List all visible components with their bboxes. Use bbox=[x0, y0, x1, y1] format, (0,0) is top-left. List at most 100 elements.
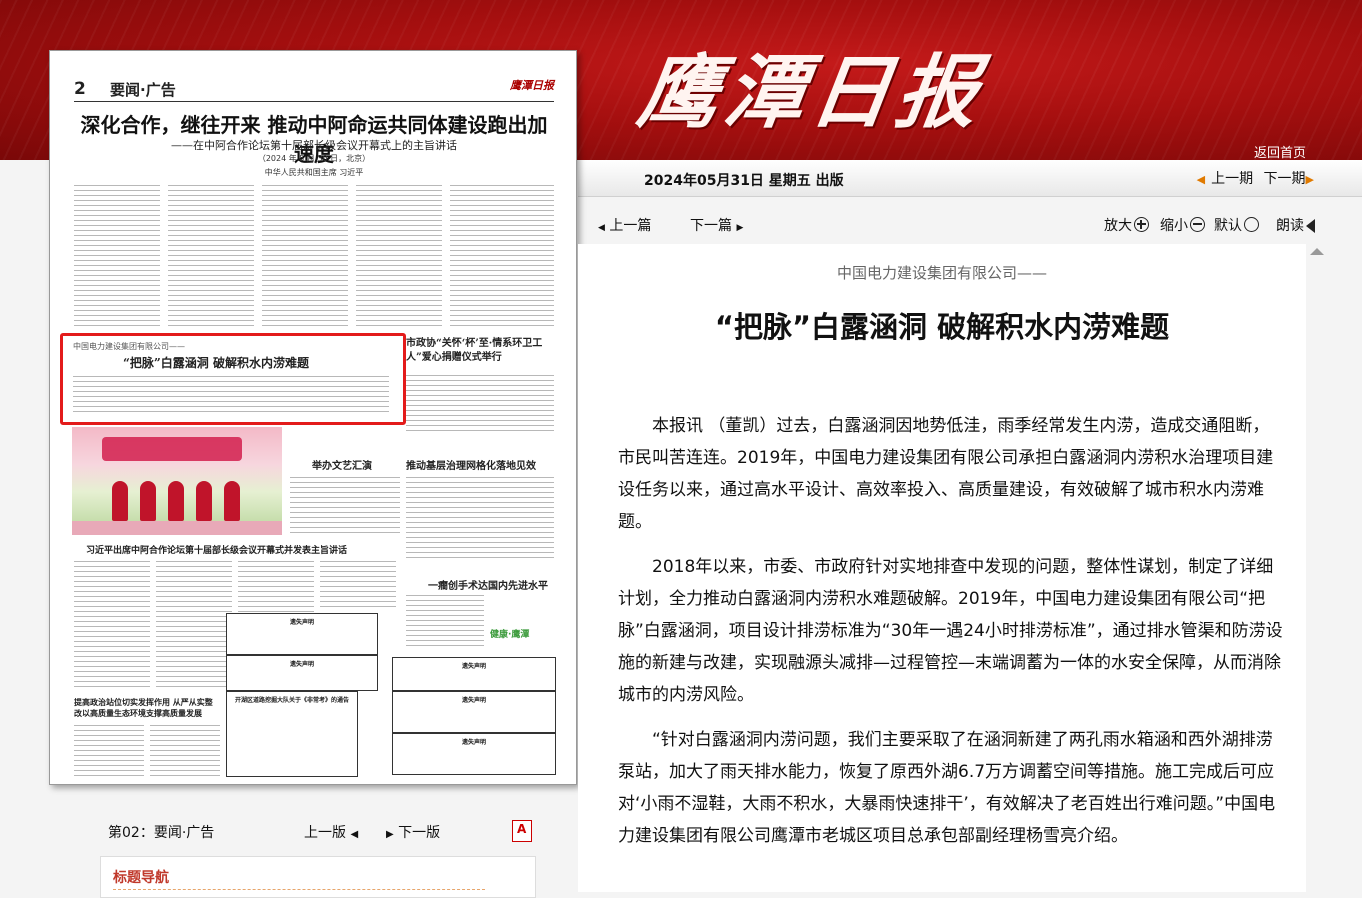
health-brand: 健康·鹰潭 bbox=[490, 630, 530, 640]
notice-title: 遗失声明 bbox=[461, 739, 486, 746]
article-kicker: 中国电力建设集团有限公司—— bbox=[836, 264, 1047, 282]
event-photo[interactable] bbox=[72, 427, 282, 535]
photo-figure bbox=[112, 481, 128, 521]
text-column bbox=[73, 374, 389, 414]
newspaper-page-thumbnail[interactable]: 2 要闻·广告 鹰潭日报 深化合作，继往开来 推动中阿命运共同体建设跑出加速度 … bbox=[49, 50, 577, 785]
next-issue-link[interactable]: 下一期 bbox=[1264, 171, 1306, 187]
photo-figure bbox=[140, 481, 156, 521]
text-column bbox=[74, 559, 150, 689]
prev-page-label: 上一版 bbox=[304, 825, 346, 841]
chevron-right-icon: ▶ bbox=[1305, 173, 1314, 186]
paper-subheadline: ——在中阿合作论坛第十届部长级会议开幕式上的主旨讲话 bbox=[171, 139, 457, 152]
mini-logo: 鹰潭日报 bbox=[510, 79, 554, 92]
article-toolbar: ◀ 上一篇 下一篇 ▶ 放大 缩小 默认 朗读 bbox=[578, 206, 1330, 242]
text-column bbox=[262, 183, 348, 329]
notice-box: 遗失声明 bbox=[226, 655, 378, 691]
photo-caption-headline[interactable]: 习近平出席中阿合作论坛第十届部长级会议开幕式并发表主旨讲话 bbox=[86, 543, 347, 556]
default-size-button[interactable]: 默认 bbox=[1214, 215, 1259, 235]
paper-dateline: （2024 年 5 月 30 日，北京） bbox=[257, 154, 371, 163]
photo-banner bbox=[102, 437, 242, 461]
zoom-in-label: 放大 bbox=[1104, 218, 1132, 234]
page-header: 2 要闻·广告 鹰潭日报 bbox=[74, 77, 554, 102]
nav-divider bbox=[113, 889, 485, 890]
text-column bbox=[74, 723, 144, 779]
paper-author: 中华人民共和国主席 习近平 bbox=[264, 168, 364, 177]
photo-figure bbox=[224, 481, 240, 521]
notice-title: 遗失声明 bbox=[289, 619, 314, 626]
text-column bbox=[74, 183, 160, 329]
newspaper-logo: 鹰潭日报 bbox=[632, 45, 990, 139]
photo-ground bbox=[72, 521, 282, 535]
text-column bbox=[406, 475, 554, 561]
chevron-left-icon: ◀ bbox=[350, 829, 359, 840]
chevron-left-icon: ◀ bbox=[1196, 173, 1206, 186]
prev-page-link[interactable]: 上一版 ◀ bbox=[304, 822, 358, 842]
highlighted-article-box[interactable]: 中国电力建设集团有限公司—— “把脉”白露涵洞 破解积水内涝难题 bbox=[60, 333, 406, 425]
mid-headline-1[interactable]: 举办文艺汇演 bbox=[312, 457, 372, 472]
photo-figure bbox=[168, 481, 184, 521]
notice-title: 遗失声明 bbox=[461, 697, 486, 704]
text-column bbox=[156, 559, 232, 689]
zoom-out-label: 缩小 bbox=[1160, 218, 1188, 234]
page-section: 要闻·广告 bbox=[110, 81, 176, 99]
notice-box: 遗失声明 bbox=[226, 613, 378, 655]
read-aloud-label: 朗读 bbox=[1276, 218, 1304, 234]
text-column bbox=[168, 183, 254, 329]
default-size-label: 默认 bbox=[1214, 218, 1242, 234]
next-page-link[interactable]: ▶ 下一版 bbox=[386, 822, 440, 842]
notice-box: 开湖区道路挖掘大队关于《非常考》的通告 bbox=[226, 691, 358, 777]
bottom-left-headline[interactable]: 提高政治站位切实发挥作用 从严从实整改以高质量生态环境支撑高质量发展 bbox=[74, 697, 220, 719]
circle-icon bbox=[1244, 217, 1259, 232]
next-page-label: 下一版 bbox=[398, 825, 441, 841]
boxed-org: 中国电力建设集团有限公司—— bbox=[73, 342, 185, 351]
plus-circle-icon bbox=[1134, 217, 1149, 232]
photo-figure bbox=[196, 481, 212, 521]
nav-panel-title: 标题导航 bbox=[113, 870, 169, 886]
notice-box: 遗失声明 bbox=[392, 657, 556, 691]
text-column bbox=[290, 475, 400, 533]
article-paragraph: “针对白露涵洞内涝问题，我们主要采取了在涵洞新建了两孔雨水箱涵和西外湖排涝泵站，… bbox=[618, 730, 1276, 846]
next-article-label: 下一篇 bbox=[690, 218, 732, 234]
next-article-button[interactable]: 下一篇 ▶ bbox=[690, 215, 743, 235]
text-column bbox=[450, 183, 554, 329]
article-title: “把脉”白露涵洞 破解积水内涝难题 bbox=[714, 310, 1170, 344]
article-paragraph: 本报讯 （董凯）过去，白露涵洞因地势低洼，雨季经常发生内涝，造成交通阻断，市民叫… bbox=[618, 416, 1274, 532]
right-article-title: 市政协“关怀‘杯’至·情系环卫工人”爱心捐赠仪式举行 bbox=[406, 338, 543, 363]
issue-date-bar: 2024年05月31日 星期五 出版 ◀ 上一期 下一期▶ bbox=[578, 160, 1362, 197]
prev-article-button[interactable]: ◀ 上一篇 bbox=[598, 215, 651, 235]
text-column bbox=[356, 183, 442, 329]
text-column bbox=[406, 373, 554, 433]
minus-circle-icon bbox=[1190, 217, 1205, 232]
page-label: 第02：要闻·广告 bbox=[108, 825, 215, 841]
text-column bbox=[320, 559, 396, 609]
notice-title: 遗失声明 bbox=[289, 661, 314, 668]
zoom-in-button[interactable]: 放大 bbox=[1104, 215, 1149, 235]
speaker-icon bbox=[1306, 219, 1315, 233]
boxed-title: “把脉”白露涵洞 破解积水内涝难题 bbox=[123, 356, 309, 370]
scroll-up-arrow-icon[interactable] bbox=[1310, 248, 1324, 255]
page-number: 2 bbox=[74, 79, 86, 99]
article-paragraph: 2018年以来，市委、市政府针对实地排查中发现的问题，整体性谋划，制定了详细计划… bbox=[618, 557, 1283, 705]
prev-article-label: 上一篇 bbox=[609, 218, 652, 234]
mid-headline-3[interactable]: 一癎创手术达国内先进水平 bbox=[428, 577, 548, 592]
chevron-right-icon: ▶ bbox=[736, 223, 744, 233]
right-article-headline[interactable]: 市政协“关怀‘杯’至·情系环卫工人”爱心捐赠仪式举行 bbox=[406, 337, 556, 365]
notice-title: 遗失声明 bbox=[461, 663, 486, 670]
chevron-right-icon: ▶ bbox=[386, 829, 394, 840]
mid-headline-2[interactable]: 推动基层治理网格化落地见效 bbox=[406, 457, 536, 472]
home-link[interactable]: 返回首页 bbox=[1254, 142, 1306, 161]
prev-issue-link[interactable]: 上一期 bbox=[1211, 171, 1253, 187]
notice-title: 开湖区道路挖掘大队关于《非常考》的通告 bbox=[234, 697, 349, 704]
issue-date: 2024年05月31日 星期五 出版 bbox=[644, 173, 844, 189]
text-column bbox=[406, 593, 484, 649]
notice-box: 遗失声明 bbox=[392, 733, 556, 775]
notice-box: 遗失声明 bbox=[392, 691, 556, 733]
pdf-download-icon[interactable] bbox=[512, 820, 532, 842]
article-panel: 中国电力建设集团有限公司—— “把脉”白露涵洞 破解积水内涝难题 本报讯 （董凯… bbox=[578, 244, 1306, 892]
zoom-out-button[interactable]: 缩小 bbox=[1160, 215, 1205, 235]
read-aloud-button[interactable]: 朗读 bbox=[1276, 215, 1315, 235]
article-body: 本报讯 （董凯）过去，白露涵洞因地势低洼，雨季经常发生内涝，造成交通阻断，市民叫… bbox=[618, 410, 1284, 865]
chevron-left-icon: ◀ bbox=[598, 223, 605, 233]
issue-nav: ◀ 上一期 下一期▶ bbox=[1197, 168, 1314, 188]
text-column bbox=[150, 723, 220, 779]
